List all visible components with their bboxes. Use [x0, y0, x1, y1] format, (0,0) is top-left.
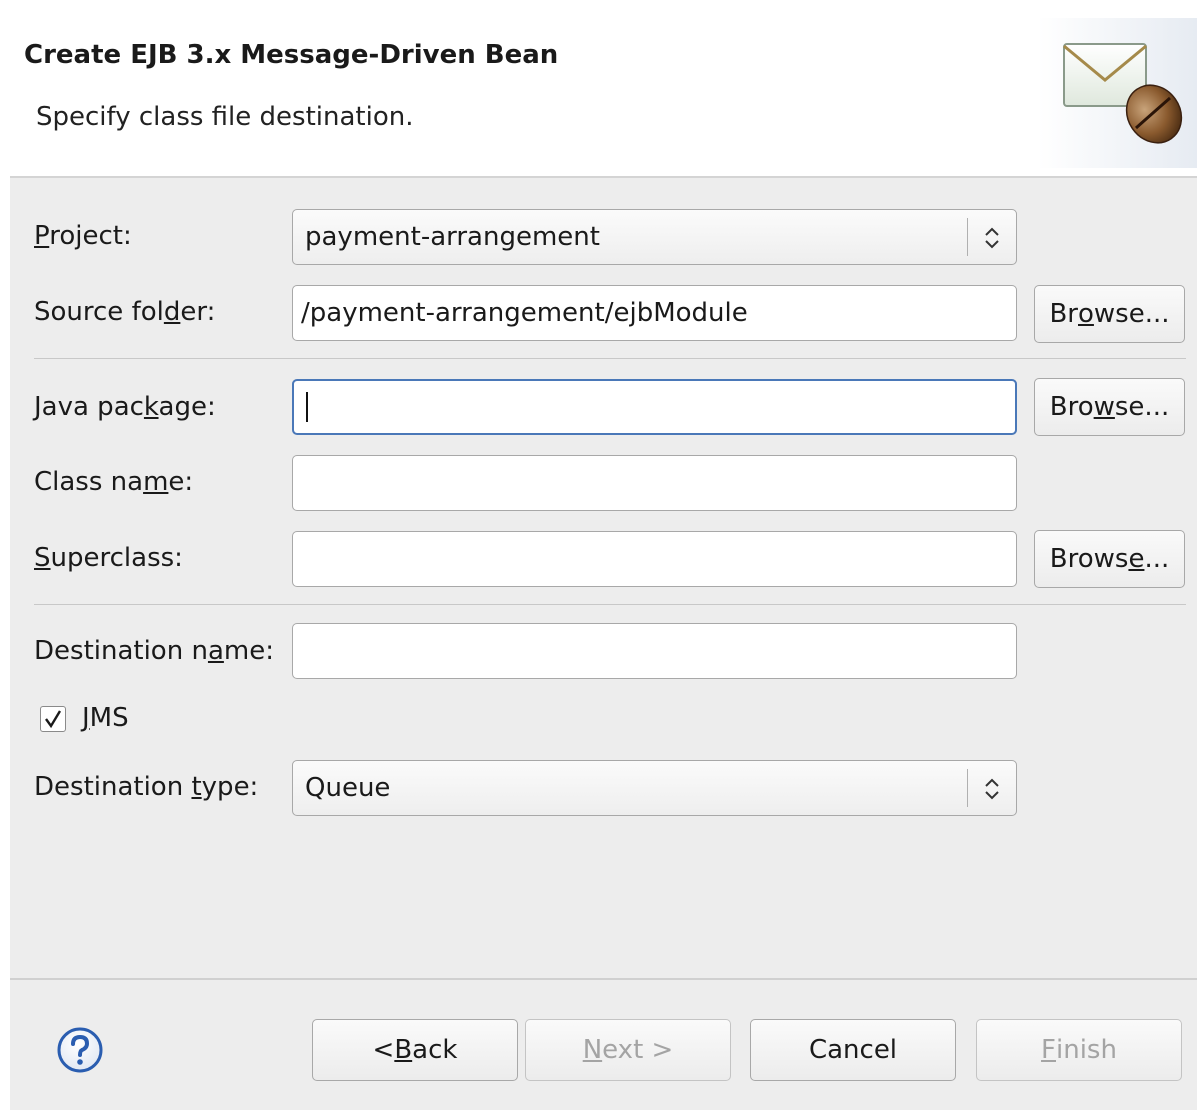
envelope-bean-icon: [1038, 18, 1197, 168]
destination-type-value: Queue: [305, 773, 391, 803]
wizard-header: Create EJB 3.x Message-Driven Bean Speci…: [0, 0, 1197, 174]
next-button[interactable]: Next >: [525, 1019, 731, 1081]
cancel-button[interactable]: Cancel: [750, 1019, 956, 1081]
checkmark-icon: [45, 710, 62, 729]
superclass-field[interactable]: [292, 531, 1017, 587]
source-folder-field[interactable]: /payment-arrangement/ejbModule: [292, 285, 1017, 341]
help-icon[interactable]: [56, 1026, 104, 1074]
java-package-field[interactable]: [292, 379, 1017, 435]
source-folder-value: /payment-arrangement/ejbModule: [301, 298, 748, 328]
source-folder-label: Source folder:: [34, 297, 216, 327]
superclass-browse-button[interactable]: Brows e...: [1034, 530, 1185, 588]
class-name-label: Class name:: [34, 467, 194, 497]
project-label: Project:: [34, 221, 132, 251]
combo-separator: [967, 218, 968, 256]
superclass-label: Superclass:: [34, 543, 183, 573]
destination-name-label: Destination name:: [34, 636, 274, 666]
up-down-arrows-icon: [985, 778, 999, 800]
class-name-field[interactable]: [292, 455, 1017, 511]
back-button[interactable]: < Back: [312, 1019, 518, 1081]
java-package-label: Java package:: [34, 392, 216, 422]
project-combo[interactable]: payment-arrangement: [292, 209, 1017, 265]
project-combo-value: payment-arrangement: [305, 222, 600, 252]
java-package-browse-button[interactable]: Bro w se...: [1034, 378, 1185, 436]
section-divider: [34, 604, 1186, 605]
destination-type-label: Destination type:: [34, 772, 259, 802]
section-divider: [34, 358, 1186, 359]
jms-checkbox[interactable]: [40, 706, 66, 732]
up-down-arrows-icon: [985, 227, 999, 249]
wizard-description: Specify class file destination.: [36, 102, 414, 132]
destination-type-combo[interactable]: Queue: [292, 760, 1017, 816]
wizard-title: Create EJB 3.x Message-Driven Bean: [24, 40, 559, 70]
source-folder-browse-button[interactable]: Br o wse...: [1034, 285, 1185, 343]
finish-button[interactable]: Finish: [976, 1019, 1182, 1081]
text-caret: [306, 392, 308, 422]
combo-separator: [967, 769, 968, 807]
destination-name-field[interactable]: [292, 623, 1017, 679]
jms-label[interactable]: JMS: [82, 703, 129, 733]
